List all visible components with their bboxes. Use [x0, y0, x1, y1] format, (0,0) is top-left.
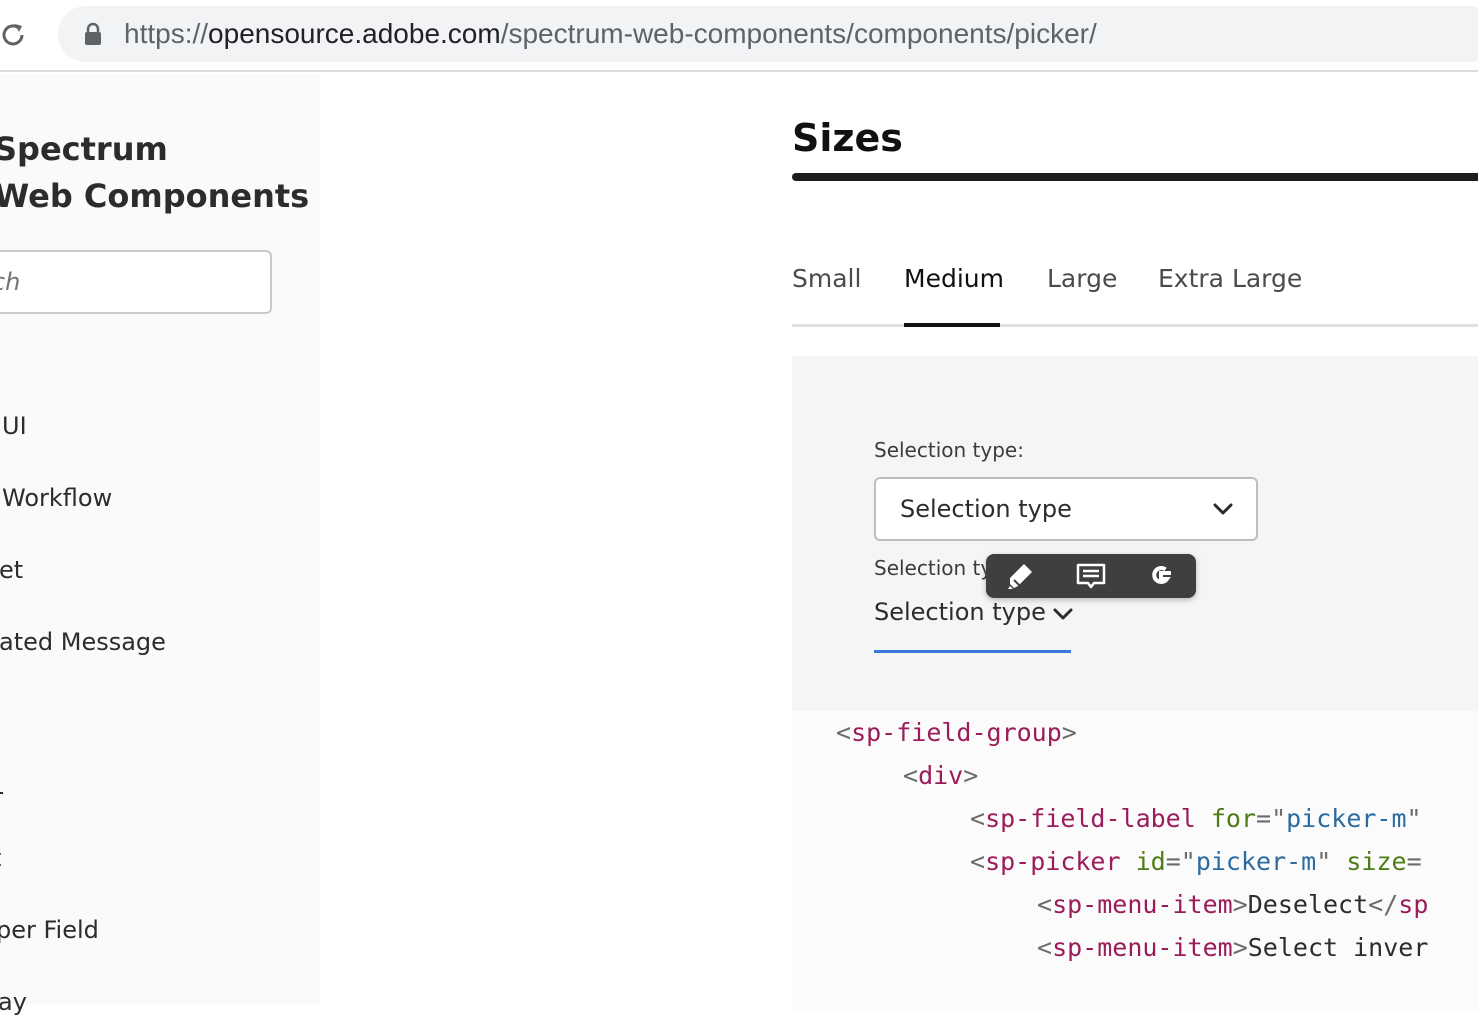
chevron-down-icon — [1052, 606, 1074, 622]
tabs-divider — [792, 324, 1478, 327]
size-tabs: Small Medium Large Extra Large — [792, 254, 1478, 330]
tab-selection-indicator — [904, 323, 1000, 327]
selection-type-picker-quiet[interactable]: Selection type — [874, 592, 1074, 654]
code-sample: <sp-field-group> <div> <sp-field-label f… — [792, 711, 1478, 1011]
url-text[interactable]: https://opensource.adobe.com/spectrum-we… — [124, 14, 1097, 54]
url-path: /spectrum-web-components/components/pick… — [500, 18, 1097, 49]
tab-extra-large[interactable]: Extra Large — [1158, 262, 1302, 296]
browser-toolbar: https://opensource.adobe.com/spectrum-we… — [0, 0, 1478, 72]
tab-large[interactable]: Large — [1047, 262, 1117, 296]
code-line: <sp-field-label for="picker-m" — [970, 804, 1422, 833]
comment-icon[interactable] — [1075, 560, 1107, 592]
sidebar-item-partial-2[interactable]: t — [0, 841, 1, 875]
tab-medium[interactable]: Medium — [904, 262, 1004, 296]
heading-rule — [792, 173, 1478, 181]
code-line: <sp-field-group> — [836, 718, 1077, 747]
sidebar-item-message[interactable]: ated Message — [0, 625, 166, 659]
code-line: <div> — [903, 761, 979, 790]
highlighter-icon[interactable] — [1004, 560, 1036, 592]
search-input[interactable]: rch — [0, 250, 272, 314]
tab-small[interactable]: Small — [792, 262, 861, 296]
section-heading: Sizes — [792, 116, 903, 160]
chevron-down-icon — [1212, 501, 1234, 517]
site-title[interactable]: Spectrum Web Components — [0, 126, 314, 220]
picker-focus-underline — [874, 650, 1071, 653]
site-title-line1: Spectrum — [0, 130, 168, 168]
reload-icon[interactable] — [0, 18, 30, 52]
picker-value: Selection type — [900, 495, 1072, 523]
picker-value: Selection type — [874, 598, 1046, 626]
code-line: <sp-menu-item>Deselect</sp — [1037, 890, 1429, 919]
url-host: opensource.adobe.com — [208, 18, 501, 49]
lock-icon[interactable] — [84, 22, 102, 46]
google-icon[interactable] — [1145, 560, 1177, 592]
sidebar-item-workflow[interactable]: Workflow — [2, 481, 112, 515]
field-label-1: Selection type: — [874, 438, 1024, 462]
code-line: <sp-picker id="picker-m" size= — [970, 847, 1422, 876]
selection-popup-toolbar — [986, 554, 1196, 598]
sidebar-item-partial-3[interactable]: ay — [0, 985, 27, 1019]
sidebar-item-field[interactable]: per Field — [0, 913, 99, 947]
sidebar-item-ui[interactable]: UI — [2, 409, 27, 443]
url-scheme: https:// — [124, 18, 209, 49]
sidebar-item-partial-1[interactable]: 1 — [0, 769, 5, 803]
site-title-line2: Web Components — [0, 177, 310, 215]
demo-area: Selection type: Selection type Selection… — [792, 356, 1478, 711]
code-line: <sp-menu-item>Select inver — [1037, 933, 1429, 962]
sidebar: Spectrum Web Components rch UI Workflow … — [0, 74, 320, 1016]
selection-type-picker[interactable]: Selection type — [874, 477, 1258, 541]
sidebar-item-et[interactable]: et — [0, 553, 23, 587]
main-content: Sizes Small Medium Large Extra Large Sel… — [320, 74, 1478, 1011]
search-input-value: rch — [0, 268, 21, 296]
